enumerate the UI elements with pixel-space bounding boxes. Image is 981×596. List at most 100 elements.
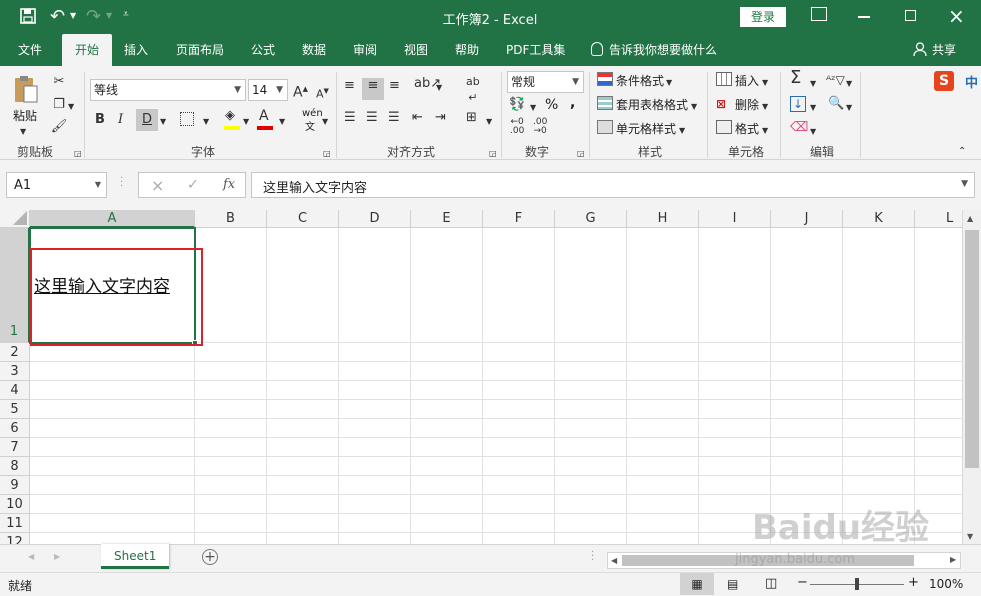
normal-view-icon[interactable]: ▦ <box>680 573 714 595</box>
zoom-slider-thumb[interactable] <box>855 578 859 590</box>
font-color-icon[interactable]: A <box>259 108 269 124</box>
autosum-dropdown-icon[interactable]: ▼ <box>810 76 816 92</box>
insert-function-icon[interactable]: fx <box>223 177 235 192</box>
conditional-format-button[interactable]: 条件格式 <box>616 72 664 89</box>
column-header-f[interactable]: F <box>483 210 555 228</box>
find-select-dropdown-icon[interactable]: ▼ <box>846 100 852 116</box>
currency-icon[interactable]: 💱 <box>509 97 525 113</box>
tab-view[interactable]: 视图 <box>404 34 428 66</box>
clear-dropdown-icon[interactable]: ▼ <box>810 124 816 140</box>
column-header-h[interactable]: H <box>627 210 699 228</box>
insert-cells-button[interactable]: 插入 <box>735 72 759 89</box>
row-header-5[interactable]: 5 <box>0 400 30 419</box>
sheet-tab-sheet1[interactable]: Sheet1 <box>101 544 169 569</box>
row-header-8[interactable]: 8 <box>0 457 30 476</box>
bottom-align-icon[interactable]: ≡ <box>389 78 400 94</box>
page-layout-view-icon[interactable]: ▤ <box>727 577 738 591</box>
format-cells-dropdown-icon[interactable]: ▼ <box>762 123 768 139</box>
expand-formula-icon[interactable]: ▼ <box>961 179 968 189</box>
clear-icon[interactable]: ⌫ <box>790 120 808 136</box>
column-header-l[interactable]: L <box>915 210 962 228</box>
column-header-d[interactable]: D <box>339 210 411 228</box>
login-button[interactable]: 登录 <box>740 7 786 27</box>
autosum-icon[interactable]: Σ <box>790 69 801 87</box>
column-header-b[interactable]: B <box>195 210 267 228</box>
decrease-decimal-icon[interactable]: .00 →0 <box>533 118 547 136</box>
sort-filter-icon[interactable]: ᴬᶻ▽ <box>826 72 845 88</box>
tab-insert[interactable]: 插入 <box>124 34 148 66</box>
name-box[interactable]: A1 ▼ <box>6 172 107 198</box>
prev-sheet-icon[interactable]: ◀ <box>28 552 34 561</box>
more-options-icon[interactable]: · · · <box>591 548 594 566</box>
zoom-out-icon[interactable]: − <box>797 575 808 590</box>
customize-icon[interactable]: ⩡ <box>123 9 129 20</box>
column-header-a[interactable]: A <box>30 210 195 228</box>
decrease-indent-icon[interactable]: ⇤ <box>412 110 423 126</box>
align-left-icon[interactable]: ☰ <box>344 110 356 126</box>
delete-cells-button[interactable]: 删除 <box>735 96 759 113</box>
fill-icon[interactable]: ↓ <box>790 96 806 112</box>
scroll-up-icon[interactable]: ▲ <box>967 214 973 223</box>
ribbon-display-icon[interactable] <box>811 7 827 21</box>
column-header-k[interactable]: K <box>843 210 915 228</box>
cell-styles-dropdown-icon[interactable]: ▼ <box>679 123 685 139</box>
top-align-icon[interactable]: ≡ <box>344 78 355 94</box>
merge-center-icon[interactable]: ⊞ <box>466 110 477 126</box>
copy-dropdown-icon[interactable]: ▼ <box>68 99 74 115</box>
column-header-e[interactable]: E <box>411 210 483 228</box>
scroll-thumb[interactable] <box>965 230 979 468</box>
row-header-7[interactable]: 7 <box>0 438 30 457</box>
more-options-icon[interactable]: · · · <box>120 174 123 192</box>
row-header-12[interactable]: 12 <box>0 533 30 544</box>
add-sheet-icon[interactable]: + <box>202 549 218 565</box>
increase-indent-icon[interactable]: ⇥ <box>435 110 446 126</box>
collapse-ribbon-icon[interactable]: ⌃ <box>958 144 966 160</box>
sort-filter-dropdown-icon[interactable]: ▼ <box>846 76 852 92</box>
ime-mode-label[interactable]: 中 <box>965 72 978 91</box>
next-sheet-icon[interactable]: ▶ <box>54 552 60 561</box>
shrink-font-icon[interactable]: A▼ <box>316 83 329 103</box>
close-icon[interactable]: × <box>948 4 965 28</box>
paste-label[interactable]: 粘贴 <box>13 107 37 124</box>
row-header-1[interactable]: 1 <box>0 228 30 343</box>
row-header-2[interactable]: 2 <box>0 343 30 362</box>
save-icon[interactable] <box>20 8 36 24</box>
align-center-icon[interactable]: ☰ <box>366 110 378 126</box>
scroll-right-icon[interactable]: ▶ <box>950 555 956 564</box>
cut-icon[interactable]: ✂ <box>50 74 68 90</box>
tab-file[interactable]: 文件 <box>18 34 42 66</box>
scroll-down-icon[interactable]: ▼ <box>967 532 973 541</box>
format-cells-button[interactable]: 格式 <box>735 120 759 137</box>
tab-home[interactable]: 开始 <box>62 34 112 66</box>
tab-review[interactable]: 审阅 <box>353 34 377 66</box>
comma-button[interactable]: , <box>570 95 575 111</box>
row-header-9[interactable]: 9 <box>0 476 30 495</box>
row-header-3[interactable]: 3 <box>0 362 30 381</box>
undo-icon[interactable]: ↶ <box>50 6 65 27</box>
formula-input[interactable]: 这里输入文字内容 ▼ <box>251 172 975 198</box>
conditional-format-dropdown-icon[interactable]: ▼ <box>666 75 672 91</box>
tell-me-search[interactable]: 告诉我你想要做什么 <box>609 34 717 66</box>
phonetic-dropdown-icon[interactable]: ▼ <box>322 114 328 130</box>
paste-dropdown-icon[interactable]: ▼ <box>20 124 26 140</box>
tab-help[interactable]: 帮助 <box>455 34 479 66</box>
row-header-10[interactable]: 10 <box>0 495 30 514</box>
tab-page-layout[interactable]: 页面布局 <box>176 34 224 66</box>
align-right-icon[interactable]: ☰ <box>388 110 400 126</box>
currency-dropdown-icon[interactable]: ▼ <box>530 100 536 116</box>
page-break-view-icon[interactable]: ◫ <box>765 576 777 591</box>
minimize-icon[interactable] <box>858 16 870 18</box>
cell-styles-button[interactable]: 单元格样式 <box>616 120 676 137</box>
vertical-scrollbar[interactable]: ▲ ▼ <box>962 210 981 544</box>
bold-icon[interactable]: B <box>95 112 105 128</box>
worksheet-grid[interactable]: A B C D E F G H I J K L 1 2 3 4 5 6 7 8 … <box>0 210 962 544</box>
increase-decimal-icon[interactable]: ←0.00 <box>510 118 524 136</box>
format-table-button[interactable]: 套用表格格式 <box>616 96 688 113</box>
tab-formulas[interactable]: 公式 <box>251 34 275 66</box>
font-color-dropdown-icon[interactable]: ▼ <box>279 114 285 130</box>
column-header-g[interactable]: G <box>555 210 627 228</box>
fill-dropdown-icon[interactable]: ▼ <box>810 100 816 116</box>
tab-data[interactable]: 数据 <box>302 34 326 66</box>
font-size-select[interactable]: 14 ▼ <box>248 79 288 101</box>
middle-align-icon[interactable]: ≡ <box>362 78 384 100</box>
